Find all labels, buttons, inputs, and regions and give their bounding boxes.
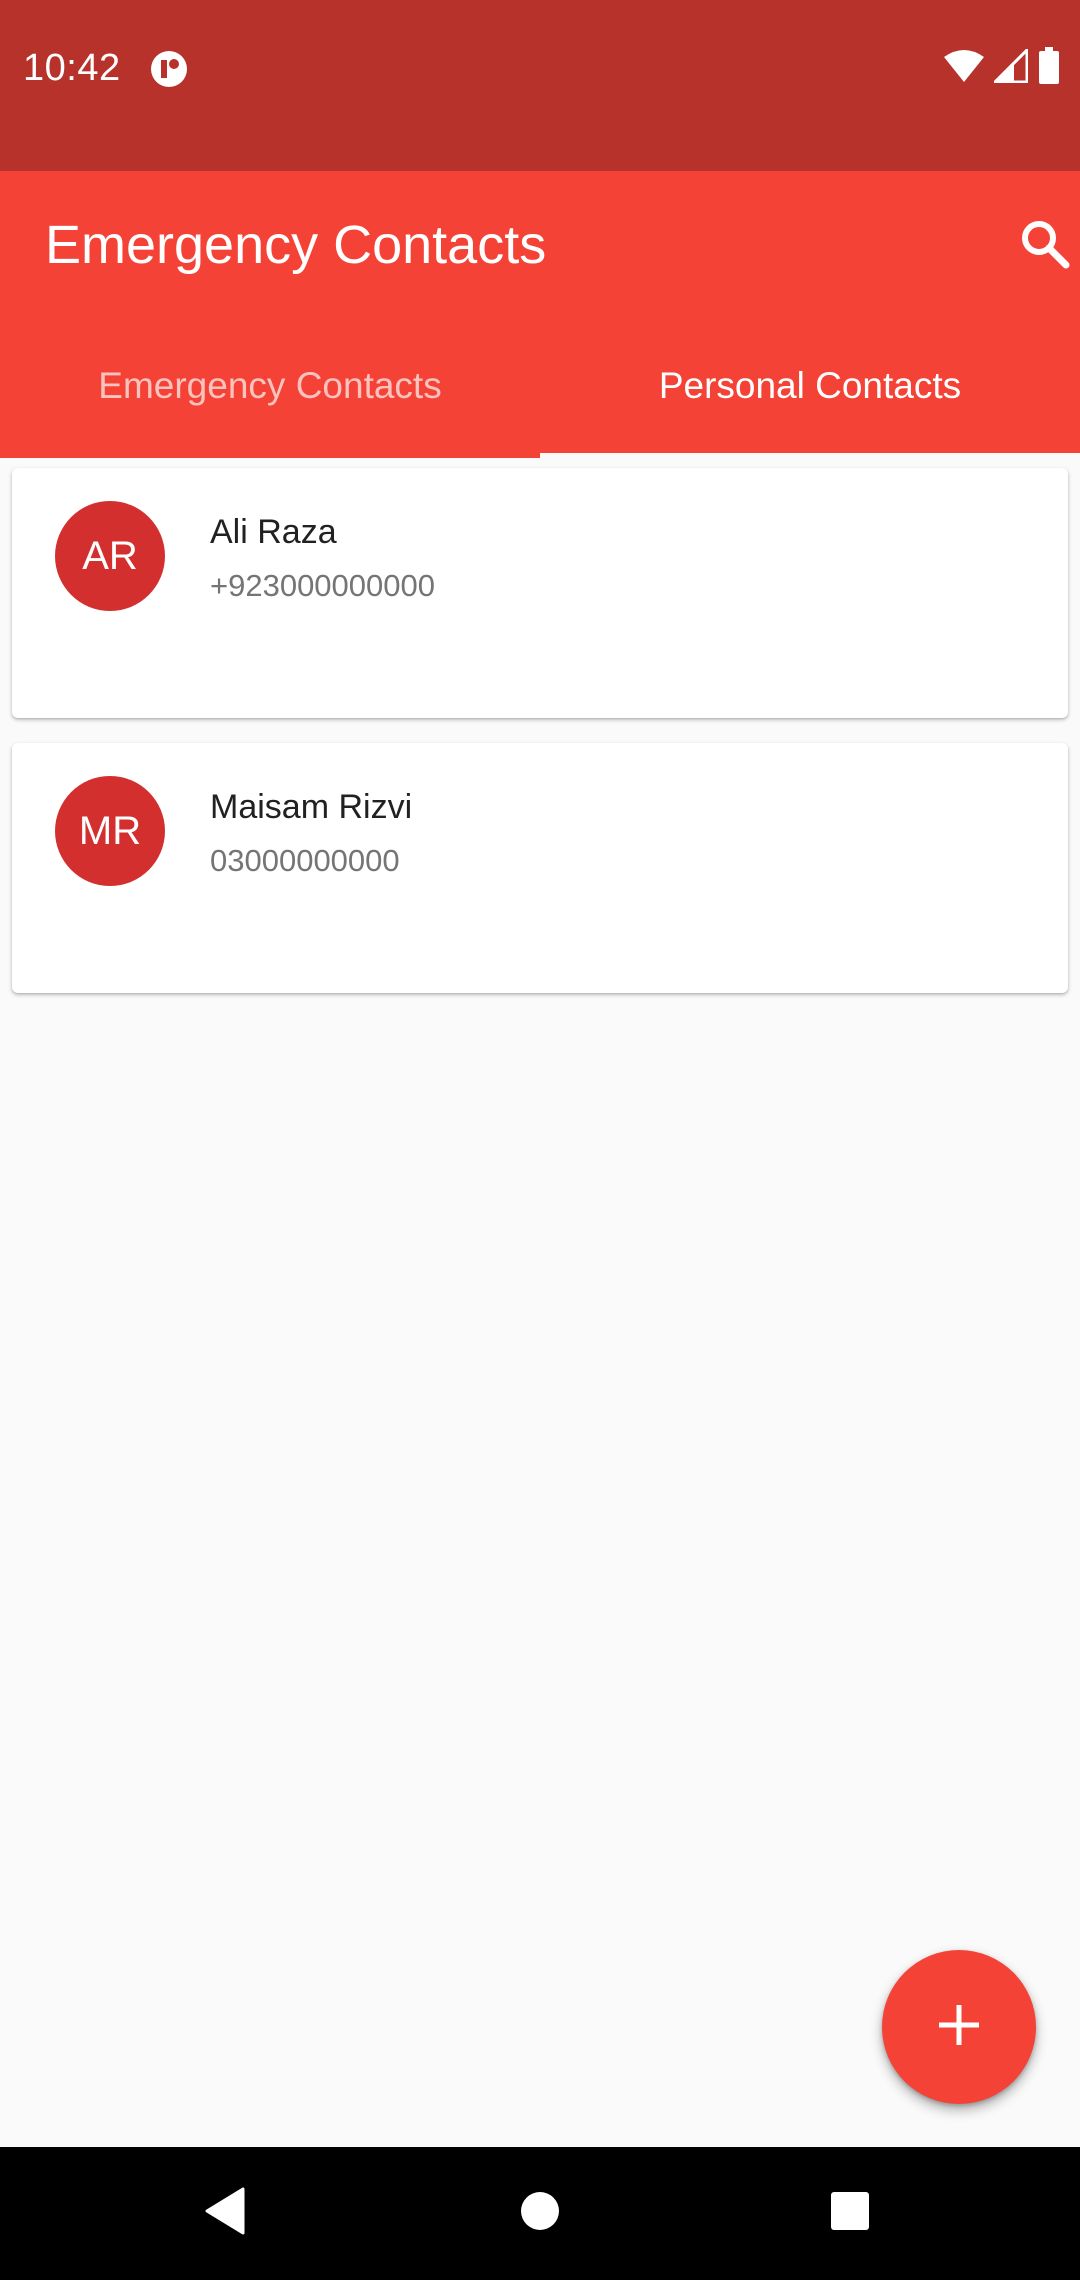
status-bar: 10:42: [0, 0, 1080, 171]
tab-label: Emergency Contacts: [98, 364, 442, 406]
home-button[interactable]: [470, 2147, 610, 2280]
contact-name: Ali Raza: [210, 513, 337, 551]
contact-phone: 03000000000: [210, 843, 400, 878]
contact-card[interactable]: AR Ali Raza +923000000000: [12, 468, 1068, 718]
battery-icon: [1038, 46, 1060, 90]
recents-button[interactable]: [780, 2147, 920, 2280]
wifi-icon: [944, 49, 984, 88]
plus-icon: [937, 2003, 981, 2052]
tab-label: Personal Contacts: [658, 364, 962, 406]
contact-phone: +923000000000: [210, 568, 435, 603]
page-title: Emergency Contacts: [45, 215, 547, 275]
avatar-initials: MR: [78, 808, 142, 853]
recents-icon: [830, 2191, 870, 2236]
tab-bar: Emergency Contacts Personal Contacts: [0, 329, 1080, 458]
app-notification-icon: [150, 50, 188, 88]
system-nav-bar: [0, 2147, 1080, 2280]
tab-personal-contacts[interactable]: Personal Contacts: [540, 329, 1080, 458]
back-button[interactable]: [155, 2147, 295, 2280]
signal-icon: [991, 45, 1029, 88]
search-icon: [1020, 219, 1070, 274]
search-button[interactable]: [1010, 211, 1080, 281]
tab-indicator: [540, 453, 1080, 458]
home-icon: [520, 2191, 560, 2236]
back-icon: [203, 2187, 247, 2240]
avatar: AR: [55, 501, 165, 611]
app-bar: Emergency Contacts Emergency Contacts Pe…: [0, 171, 1080, 458]
avatar-initials: AR: [82, 533, 138, 578]
add-contact-button[interactable]: [882, 1950, 1036, 2104]
tab-emergency-contacts[interactable]: Emergency Contacts: [0, 329, 540, 458]
contact-card[interactable]: MR Maisam Rizvi 03000000000: [12, 743, 1068, 993]
status-time: 10:42: [23, 47, 121, 89]
avatar: MR: [55, 776, 165, 886]
contact-name: Maisam Rizvi: [210, 788, 413, 826]
status-icons: [944, 45, 1060, 90]
